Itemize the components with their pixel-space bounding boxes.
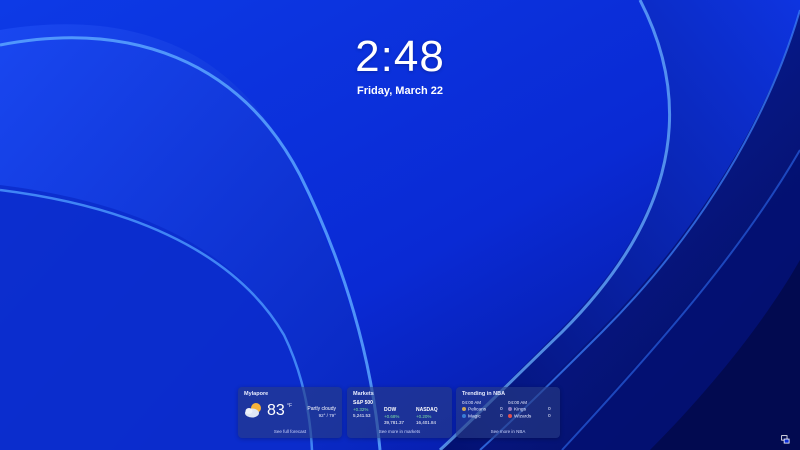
nba-widget[interactable]: Trending in NBA 04:00 AM Pelicans 0 Magi… [456, 387, 560, 438]
team-row[interactable]: Kings [508, 407, 526, 413]
market-index-name: S&P 500 [353, 400, 373, 406]
market-index-value: 39,781.37 [384, 420, 405, 425]
team-row[interactable]: Wizards [508, 414, 531, 420]
team-name: Kings [514, 407, 526, 413]
nba-more-link[interactable]: See more in NBA [456, 429, 560, 434]
team-name: Magic [468, 414, 481, 420]
market-index-change: +0.32% [353, 407, 369, 412]
lockscreen-date: Friday, March 22 [357, 85, 443, 97]
wizards-logo-icon [508, 414, 512, 418]
pelicans-logo-icon [462, 407, 466, 411]
markets-widget[interactable]: Markets S&P 500 +0.32% 5,241.53 DOW +0.6… [347, 387, 452, 438]
weather-location: Mylapore [244, 391, 269, 397]
nba-title: Trending in NBA [462, 391, 506, 397]
network-status-icon[interactable] [781, 435, 790, 444]
market-index[interactable]: NASDAQ +0.20% 16,401.84 [416, 400, 448, 425]
team-score: 0 [500, 414, 503, 419]
magic-logo-icon [462, 414, 466, 418]
team-row[interactable]: Magic [462, 414, 481, 420]
market-index-value: 16,401.84 [416, 420, 437, 425]
weather-widget[interactable]: Mylapore 83 °F Partly cloudy 92° / 79° S… [238, 387, 342, 438]
market-index[interactable]: S&P 500 +0.32% 5,241.53 [353, 400, 385, 418]
weather-unit: °F [287, 403, 293, 409]
team-score: 0 [548, 407, 551, 412]
markets-more-link[interactable]: See more in markets [347, 429, 452, 434]
weather-condition: Partly cloudy [307, 406, 336, 412]
market-index-change: +0.68% [384, 414, 400, 419]
market-index-value: 5,241.53 [353, 413, 371, 418]
weather-temperature: 83 [267, 402, 285, 419]
team-score: 0 [500, 407, 503, 412]
game-time: 04:00 AM [462, 400, 482, 405]
market-index-change: +0.20% [416, 414, 432, 419]
team-row[interactable]: Pelicans [462, 407, 486, 413]
team-name: Wizards [514, 414, 532, 420]
partly-cloudy-icon [245, 403, 261, 418]
market-index[interactable]: DOW +0.68% 39,781.37 [384, 400, 416, 425]
markets-title: Markets [353, 391, 374, 397]
kings-logo-icon [508, 407, 512, 411]
weather-range: 92° / 79° [318, 413, 336, 418]
weather-forecast-link[interactable]: See full forecast [238, 429, 342, 434]
game-time: 04:00 AM [508, 400, 528, 405]
lockscreen-clock: 2:48 [355, 32, 445, 81]
team-score: 0 [548, 414, 551, 419]
market-index-name: DOW [384, 407, 397, 413]
team-name: Pelicans [468, 407, 487, 413]
market-index-name: NASDAQ [416, 407, 438, 413]
